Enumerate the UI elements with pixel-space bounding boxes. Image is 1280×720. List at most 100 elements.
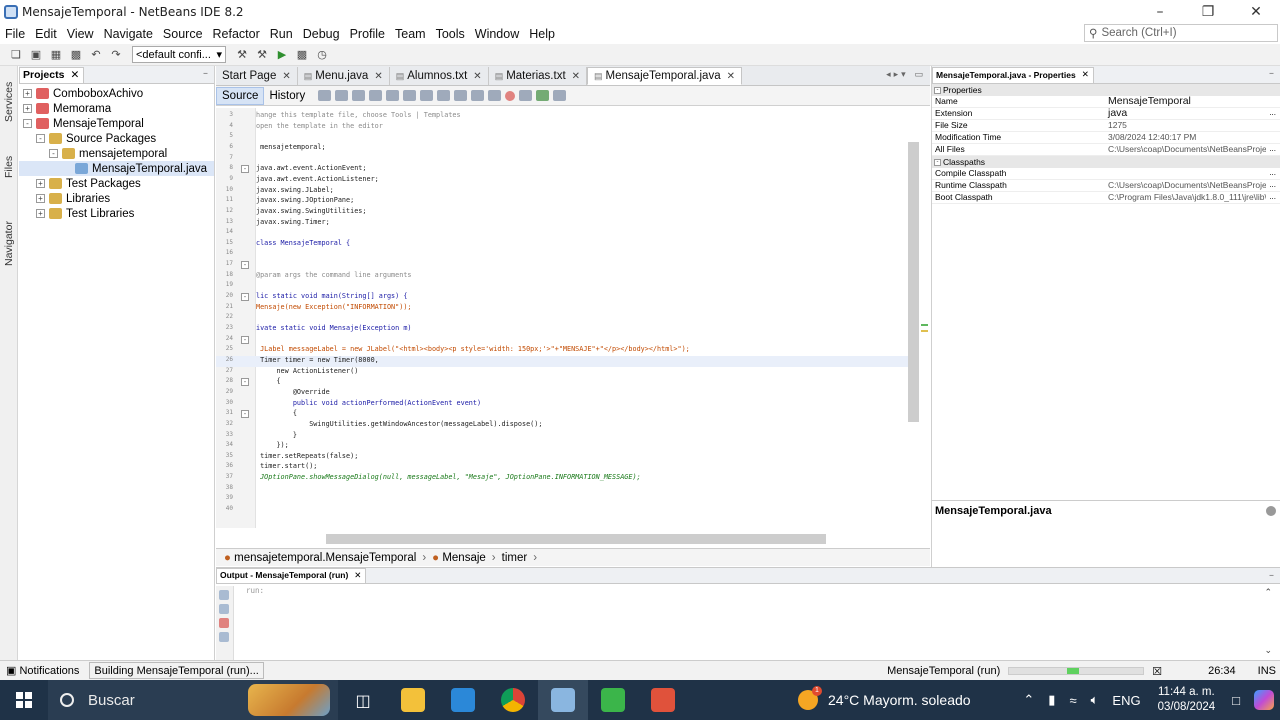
ellipsis-button[interactable]: ...: [1269, 168, 1276, 177]
save-all-icon[interactable]: ▩: [68, 47, 84, 63]
menu-item-profile[interactable]: Profile: [345, 27, 390, 41]
minimize-icon[interactable]: –: [203, 68, 208, 79]
shift-left-icon[interactable]: [471, 90, 485, 101]
scroll-down-icon[interactable]: ⌄: [1264, 646, 1272, 656]
breadcrumb-variable[interactable]: timer: [502, 552, 528, 564]
collapse-icon[interactable]: -: [49, 149, 58, 158]
settings-icon[interactable]: [219, 632, 229, 642]
property-value[interactable]: 3/08/2024 12:40:17 PM: [1106, 132, 1266, 143]
property-value[interactable]: [1106, 168, 1266, 179]
volume-icon[interactable]: 🔈︎: [1091, 692, 1099, 708]
vscode-app[interactable]: [438, 680, 488, 720]
debug-icon[interactable]: ▩: [294, 47, 310, 63]
property-row[interactable]: Modification Time 3/08/2024 12:40:17 PM: [932, 132, 1280, 144]
tree-node[interactable]: - MensajeTemporal: [19, 116, 214, 131]
editor-vertical-scrollbar[interactable]: [906, 108, 920, 528]
notification-center-icon[interactable]: □: [1232, 693, 1240, 708]
cancel-task-icon[interactable]: ☒: [1152, 665, 1162, 678]
change-mark[interactable]: [921, 324, 928, 326]
menu-item-source[interactable]: Source: [158, 27, 208, 41]
projects-tab[interactable]: Projects ✕: [19, 67, 85, 83]
breadcrumb-class[interactable]: mensajetemporal.MensajeTemporal: [234, 552, 416, 564]
menu-item-file[interactable]: File: [0, 27, 30, 41]
toggle-bookmark-icon[interactable]: [420, 90, 434, 101]
editor-tab[interactable]: ▤ MensajeTemporal.java ✕: [587, 67, 742, 85]
fold-icon[interactable]: -: [241, 410, 249, 419]
close-icon[interactable]: ✕: [354, 570, 361, 581]
new-file-icon[interactable]: ❏: [8, 47, 24, 63]
menu-item-tools[interactable]: Tools: [431, 27, 470, 41]
fold-icon[interactable]: -: [241, 335, 249, 344]
editor-tab[interactable]: Start Page ✕: [216, 67, 298, 85]
files-tab[interactable]: Files: [1, 138, 17, 178]
redo-icon[interactable]: ↷: [108, 47, 124, 63]
property-section[interactable]: - Classpaths: [932, 156, 1280, 168]
code-editor[interactable]: 3 hange this template file, choose Tools …: [216, 108, 916, 528]
close-icon[interactable]: ✕: [473, 71, 481, 82]
tree-node[interactable]: + Libraries: [19, 191, 214, 206]
open-project-icon[interactable]: ▦: [48, 47, 64, 63]
scroll-up-icon[interactable]: ⌃: [1264, 588, 1272, 598]
minimize-icon[interactable]: –: [1269, 570, 1274, 581]
tab-navigation-icon[interactable]: ◂▸▾ ▭: [886, 70, 926, 80]
expand-icon[interactable]: +: [36, 194, 45, 203]
close-icon[interactable]: ✕: [282, 71, 290, 82]
property-value[interactable]: C:\Users\coap\Documents\NetBeansProjects…: [1106, 180, 1266, 191]
configuration-select[interactable]: <default confi... ▾: [132, 46, 226, 63]
uncomment-icon[interactable]: [553, 90, 567, 101]
property-row[interactable]: Extension java...: [932, 108, 1280, 120]
menu-item-help[interactable]: Help: [524, 27, 560, 41]
minimize-icon[interactable]: –: [1269, 68, 1274, 79]
properties-tab[interactable]: MensajeTemporal.java - Properties ✕: [932, 67, 1094, 83]
property-row[interactable]: File Size 1275: [932, 120, 1280, 132]
source-button[interactable]: Source: [216, 86, 265, 105]
services-tab[interactable]: Services: [1, 70, 17, 122]
property-value[interactable]: java: [1106, 108, 1266, 119]
property-value[interactable]: MensajeTemporal: [1106, 96, 1266, 107]
build-status[interactable]: Building MensajeTemporal (run)...: [89, 662, 264, 679]
menu-item-navigate[interactable]: Navigate: [99, 27, 158, 41]
camtasia-red-app[interactable]: [638, 680, 688, 720]
menu-item-debug[interactable]: Debug: [298, 27, 345, 41]
fold-icon[interactable]: -: [241, 261, 249, 270]
start-macro-icon[interactable]: [505, 90, 516, 101]
breadcrumb-method[interactable]: Mensaje: [442, 552, 485, 564]
collapse-icon[interactable]: -: [23, 119, 32, 128]
shift-right-icon[interactable]: [488, 90, 502, 101]
minimize-button[interactable]: –: [1136, 0, 1184, 24]
forward-icon[interactable]: [335, 90, 349, 101]
battery-icon[interactable]: ▮: [1048, 692, 1055, 708]
ellipsis-button[interactable]: ...: [1269, 108, 1276, 117]
camtasia-green-app[interactable]: [588, 680, 638, 720]
close-icon[interactable]: ✕: [572, 71, 580, 82]
find-icon[interactable]: [352, 90, 366, 101]
warning-mark[interactable]: [921, 330, 928, 332]
rerun-icon[interactable]: [219, 590, 229, 600]
editor-tab[interactable]: ▤ Alumnos.txt ✕: [390, 67, 489, 85]
property-row[interactable]: Compile Classpath...: [932, 168, 1280, 180]
editor-horizontal-scrollbar[interactable]: [256, 532, 896, 544]
editor-tab[interactable]: ▤ Menu.java ✕: [298, 67, 390, 85]
wifi-icon[interactable]: ≈: [1069, 693, 1076, 708]
property-row[interactable]: Runtime Classpath C:\Users\coap\Documents…: [932, 180, 1280, 192]
collapse-icon[interactable]: -: [36, 134, 45, 143]
tree-node[interactable]: MensajeTemporal.java: [19, 161, 214, 176]
find-previous-icon[interactable]: [369, 90, 383, 101]
ellipsis-button[interactable]: ...: [1269, 192, 1276, 201]
hscroll-thumb[interactable]: [326, 534, 826, 544]
output-tab[interactable]: Output - MensajeTemporal (run) ✕: [216, 568, 367, 583]
tree-node[interactable]: - Source Packages: [19, 131, 214, 146]
stop-icon[interactable]: [219, 618, 229, 628]
close-icon[interactable]: ✕: [70, 69, 79, 81]
weather-widget[interactable]: 1 24°C Mayorm. soleado: [798, 686, 971, 710]
property-value[interactable]: C:\Program Files\Java\jdk1.8.0_111\jre\l…: [1106, 192, 1266, 203]
history-button[interactable]: History: [264, 87, 310, 105]
fold-icon[interactable]: -: [241, 293, 249, 302]
tree-node[interactable]: - mensajetemporal: [19, 146, 214, 161]
menu-item-refactor[interactable]: Refactor: [208, 27, 265, 41]
clean-build-icon[interactable]: ⚒: [254, 47, 270, 63]
profile-icon[interactable]: ◷: [314, 47, 330, 63]
property-section[interactable]: - Properties: [932, 84, 1280, 96]
tree-node[interactable]: + ComboboxAchivo: [19, 86, 214, 101]
tree-node[interactable]: + Test Packages: [19, 176, 214, 191]
